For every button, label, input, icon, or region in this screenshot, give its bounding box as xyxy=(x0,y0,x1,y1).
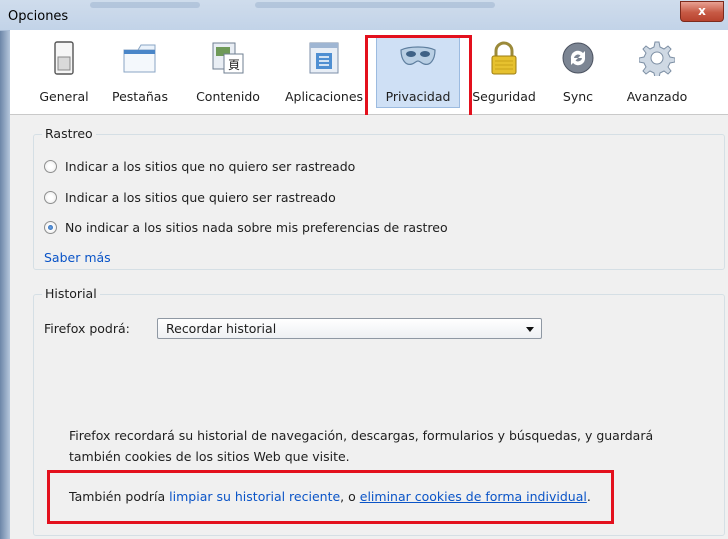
sync-icon xyxy=(562,42,594,74)
chevron-down-icon xyxy=(526,327,534,332)
tabs-icon xyxy=(123,44,156,73)
pane-label: Privacidad xyxy=(385,89,451,104)
radio-label: No indicar a los sitios nada sobre mis p… xyxy=(65,220,448,235)
pane-label: Aplicaciones xyxy=(284,89,364,104)
preferences-toolbar: General Pestañas 頁 Contenido Aplicacione… xyxy=(10,30,728,115)
history-description-line: Firefox recordará su historial de navega… xyxy=(69,428,654,443)
title-bar: Opciones x xyxy=(0,0,728,31)
tracking-group: Rastreo Indicar a los sitios que no quie… xyxy=(33,126,725,270)
tracking-option-track[interactable]: Indicar a los sitios que quiero ser rast… xyxy=(44,190,336,205)
pane-tabs[interactable]: Pestañas xyxy=(102,30,178,114)
gear-icon xyxy=(639,41,675,76)
privacy-panel: Rastreo Indicar a los sitios que no quie… xyxy=(10,115,728,539)
pane-content[interactable]: 頁 Contenido xyxy=(188,30,268,114)
tracking-option-no-preference[interactable]: No indicar a los sitios nada sobre mis p… xyxy=(44,220,448,235)
pane-general[interactable]: General xyxy=(36,30,92,114)
pane-label: General xyxy=(39,89,89,104)
background-blur xyxy=(90,2,200,8)
also-suffix: . xyxy=(586,489,591,504)
content-icon: 頁 xyxy=(212,42,244,74)
pane-label: Avanzado xyxy=(626,89,688,104)
window-title: Opciones xyxy=(8,9,69,24)
remove-cookies-link[interactable]: eliminar cookies de forma individual xyxy=(360,489,587,504)
svg-text:頁: 頁 xyxy=(228,58,240,72)
applications-icon xyxy=(309,42,339,74)
pane-label: Contenido xyxy=(196,89,260,104)
pane-sync[interactable]: Sync xyxy=(550,30,606,114)
tracking-option-do-not-track[interactable]: Indicar a los sitios que no quiero ser r… xyxy=(44,159,355,174)
history-description-line: también cookies de los sitios Web que vi… xyxy=(69,449,350,464)
history-mode-value: Recordar historial xyxy=(166,321,277,336)
learn-more-link[interactable]: Saber más xyxy=(44,250,111,265)
tracking-legend: Rastreo xyxy=(42,126,96,141)
also-prefix: También podría xyxy=(69,489,170,504)
history-mode-select[interactable]: Recordar historial xyxy=(157,318,542,339)
padlock-icon xyxy=(491,41,517,75)
radio-button[interactable] xyxy=(44,191,57,204)
pane-label: Sync xyxy=(562,89,594,104)
history-description: Firefox recordará su historial de navega… xyxy=(69,425,653,467)
clear-history-link[interactable]: limpiar su historial reciente xyxy=(169,489,340,504)
pane-applications[interactable]: Aplicaciones xyxy=(276,30,372,114)
radio-button-selected[interactable] xyxy=(44,221,57,234)
mask-icon xyxy=(400,46,436,65)
history-legend: Historial xyxy=(42,286,100,301)
pane-security[interactable]: Seguridad xyxy=(466,30,542,114)
radio-button[interactable] xyxy=(44,160,57,173)
radio-label: Indicar a los sitios que no quiero ser r… xyxy=(65,159,356,174)
pane-privacy[interactable]: Privacidad xyxy=(372,30,464,114)
pane-label: Pestañas xyxy=(112,89,168,104)
switch-icon xyxy=(54,41,74,75)
pane-label: Seguridad xyxy=(472,89,536,104)
radio-label: Indicar a los sitios que quiero ser rast… xyxy=(65,190,336,205)
background-blur xyxy=(255,2,495,8)
pane-advanced[interactable]: Avanzado xyxy=(614,30,700,114)
firefox-will-label: Firefox podrá: xyxy=(44,321,130,336)
history-group: Historial Firefox podrá: Recordar histor… xyxy=(33,286,725,536)
background-window-edge xyxy=(0,30,10,539)
close-button[interactable]: x xyxy=(680,1,724,22)
also-middle: , o xyxy=(340,489,360,504)
history-also-text: También podría limpiar su historial reci… xyxy=(69,489,591,504)
